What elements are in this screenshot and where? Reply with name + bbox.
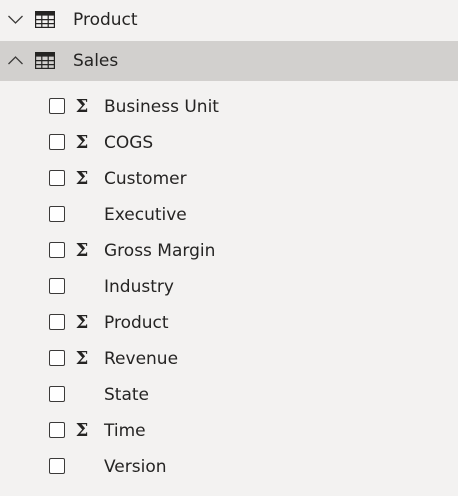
chevron-up-icon[interactable] xyxy=(7,52,24,69)
sigma-icon: Σ xyxy=(75,96,89,117)
field-label: Product xyxy=(104,313,169,333)
field-checkbox[interactable] xyxy=(49,98,65,114)
field-label: Customer xyxy=(104,169,187,189)
field-checkbox[interactable] xyxy=(49,350,65,366)
table-icon xyxy=(35,11,55,28)
table-label-sales: Sales xyxy=(73,51,119,71)
field-checkbox[interactable] xyxy=(49,278,65,294)
field-label: Version xyxy=(104,457,167,477)
field-row-cogs[interactable]: Σ COGS xyxy=(0,125,458,161)
sigma-icon: Σ xyxy=(75,168,89,189)
field-label: Time xyxy=(104,421,146,441)
field-checkbox[interactable] xyxy=(49,242,65,258)
field-label: State xyxy=(104,385,149,405)
field-label: Revenue xyxy=(104,349,179,369)
field-checkbox[interactable] xyxy=(49,422,65,438)
sigma-icon: Σ xyxy=(75,240,89,261)
field-row-time[interactable]: Σ Time xyxy=(0,413,458,449)
field-row-product[interactable]: Σ Product xyxy=(0,305,458,341)
field-row-gross-margin[interactable]: Σ Gross Margin xyxy=(0,233,458,269)
sigma-icon: Σ xyxy=(75,348,89,369)
field-checkbox[interactable] xyxy=(49,458,65,474)
field-label: Executive xyxy=(104,205,187,225)
field-row-revenue[interactable]: Σ Revenue xyxy=(0,341,458,377)
chevron-down-icon[interactable] xyxy=(7,11,24,28)
sigma-icon: Σ xyxy=(75,132,89,153)
field-row-version[interactable]: Version xyxy=(0,449,458,485)
field-row-state[interactable]: State xyxy=(0,377,458,413)
table-row-sales[interactable]: Sales xyxy=(0,41,458,81)
fields-pane: Product Sales Σ Business Unit Σ COGS Σ C… xyxy=(0,0,458,496)
field-checkbox[interactable] xyxy=(49,134,65,150)
field-checkbox[interactable] xyxy=(49,314,65,330)
field-row-customer[interactable]: Σ Customer xyxy=(0,161,458,197)
table-label-product: Product xyxy=(73,10,138,30)
sigma-icon: Σ xyxy=(75,420,89,441)
field-label: Industry xyxy=(104,277,174,297)
sigma-icon: Σ xyxy=(75,312,89,333)
field-row-executive[interactable]: Executive xyxy=(0,197,458,233)
field-row-business-unit[interactable]: Σ Business Unit xyxy=(0,89,458,125)
field-label: Business Unit xyxy=(104,97,219,117)
field-label: Gross Margin xyxy=(104,241,216,261)
table-icon xyxy=(35,52,55,69)
field-checkbox[interactable] xyxy=(49,170,65,186)
field-label: COGS xyxy=(104,133,154,153)
field-row-industry[interactable]: Industry xyxy=(0,269,458,305)
table-row-product[interactable]: Product xyxy=(0,0,458,40)
field-checkbox[interactable] xyxy=(49,206,65,222)
field-checkbox[interactable] xyxy=(49,386,65,402)
